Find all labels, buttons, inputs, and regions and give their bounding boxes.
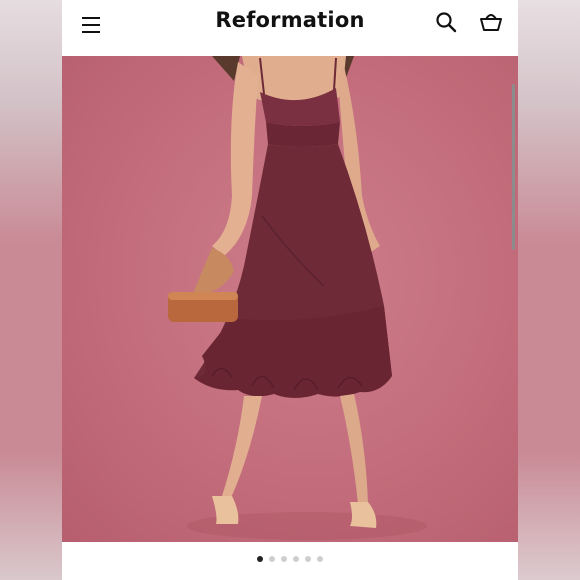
app-header: Reformation [62,0,518,57]
carousel-dot-5[interactable] [305,556,311,562]
search-icon[interactable] [434,10,458,34]
scrollbar[interactable] [512,84,515,250]
carousel-dot-6[interactable] [317,556,323,562]
carousel-pagination [62,556,518,566]
app-screen: Reformation [62,0,518,580]
carousel-dot-3[interactable] [281,556,287,562]
carousel-dot-4[interactable] [293,556,299,562]
blurred-background-right [518,0,580,580]
carousel-dot-1[interactable] [257,556,263,562]
carousel-dot-2[interactable] [269,556,275,562]
dress-illustration [168,56,427,540]
shopping-bag-icon[interactable] [478,9,504,35]
blurred-background-left [0,0,62,580]
product-image[interactable] [62,56,518,542]
